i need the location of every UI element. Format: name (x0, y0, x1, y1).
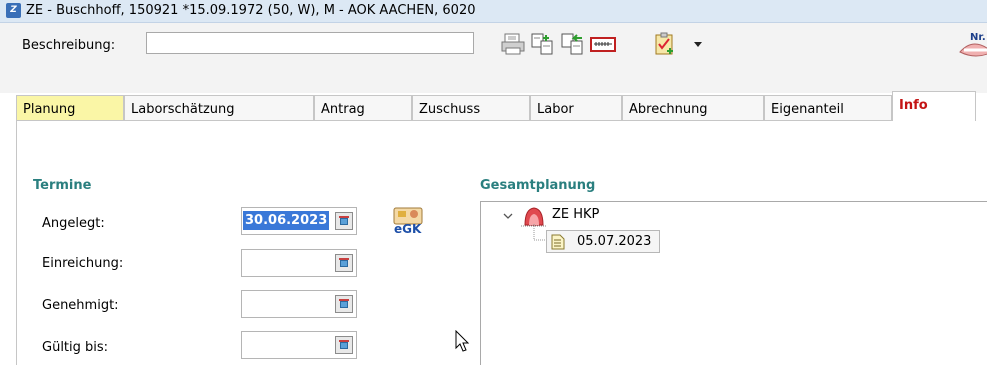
tab-label: Laborschätzung (131, 102, 235, 117)
tab-bar: Planung Laborschätzung Antrag Zuschuss L… (16, 91, 987, 122)
angelegt-value: 30.06.2023 (243, 211, 330, 230)
tab-label: Abrechnung (629, 102, 708, 117)
tree-root-label[interactable]: ZE HKP (552, 207, 599, 222)
egk-card-icon[interactable]: eGK (392, 205, 426, 237)
calendar-icon[interactable] (335, 336, 353, 354)
import-plan-icon[interactable] (560, 32, 586, 56)
xray-icon[interactable] (590, 32, 616, 56)
window-title: ZE - Buschhoff, 150921 *15.09.1972 (50, … (26, 3, 476, 18)
egk-label: eGK (394, 222, 422, 236)
einreichung-date-field[interactable] (241, 249, 357, 277)
tab-info[interactable]: Info (892, 91, 976, 122)
tab-antrag[interactable]: Antrag (314, 95, 412, 121)
gesamtplanung-tree[interactable] (480, 201, 987, 365)
tab-zuschuss[interactable]: Zuschuss (412, 95, 530, 121)
tab-label: Labor (537, 102, 574, 117)
tab-label: Eigenanteil (771, 102, 844, 117)
tab-laborschaetzung[interactable]: Laborschätzung (124, 95, 314, 121)
tree-child-item[interactable]: 05.07.2023 (546, 230, 660, 253)
genehmigt-date-field[interactable] (241, 290, 357, 318)
description-input[interactable] (146, 32, 474, 54)
denture-nr-icon[interactable]: Nr. (956, 30, 987, 60)
print-icon[interactable] (500, 32, 526, 56)
calendar-icon[interactable] (335, 212, 353, 230)
angelegt-label: Angelegt: (42, 216, 105, 231)
tab-label: Zuschuss (419, 102, 481, 117)
tab-planung[interactable]: Planung (16, 95, 124, 121)
angelegt-date-field[interactable]: 30.06.2023 (241, 207, 357, 235)
calendar-icon[interactable] (335, 254, 353, 272)
tab-label: Info (899, 98, 928, 113)
denture-nr-label: Nr. (970, 32, 986, 43)
tab-label: Antrag (321, 102, 365, 117)
einreichung-label: Einreichung: (42, 256, 124, 271)
description-label: Beschreibung: (22, 38, 116, 53)
copy-plan-icon[interactable] (530, 32, 556, 56)
app-icon: Z (6, 3, 21, 18)
gueltig-bis-date-field[interactable] (241, 331, 357, 359)
termine-title: Termine (33, 178, 92, 193)
gueltig-bis-label: Gültig bis: (42, 340, 109, 355)
tab-label: Planung (23, 102, 76, 117)
chevron-down-icon[interactable] (502, 211, 514, 221)
mouse-cursor-icon (455, 330, 470, 352)
tree-child-label: 05.07.2023 (577, 234, 652, 249)
tab-labor[interactable]: Labor (530, 95, 622, 121)
tab-abrechnung[interactable]: Abrechnung (622, 95, 764, 121)
tab-eigenanteil[interactable]: Eigenanteil (764, 95, 892, 121)
calendar-icon[interactable] (335, 295, 353, 313)
gesamtplanung-title: Gesamtplanung (480, 178, 596, 193)
checklist-icon[interactable] (652, 32, 678, 56)
dropdown-arrow-icon[interactable] (693, 40, 703, 48)
document-icon (551, 234, 565, 250)
genehmigt-label: Genehmigt: (42, 298, 119, 313)
